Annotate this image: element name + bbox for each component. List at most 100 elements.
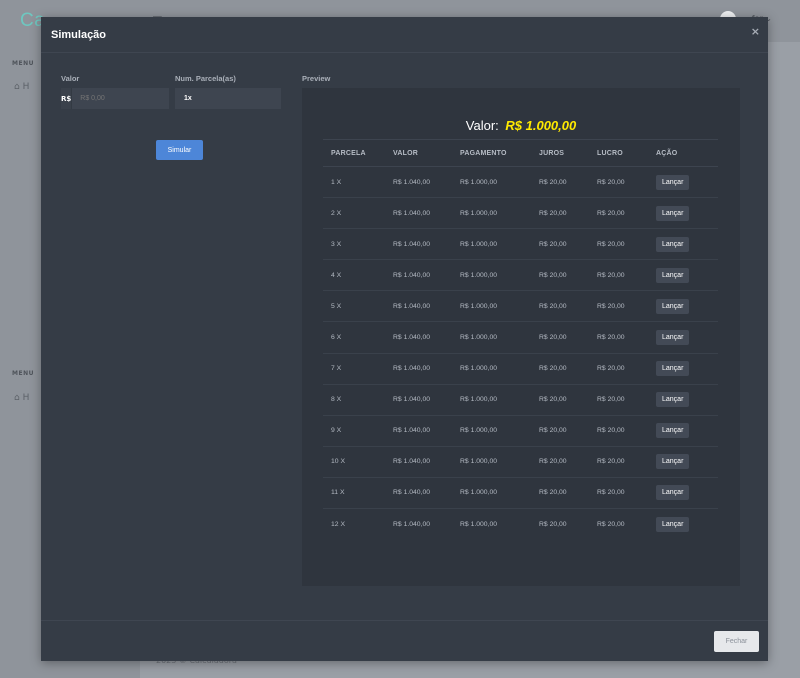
- valor-label: Valor: [61, 74, 80, 83]
- cell-valor: R$ 1.040,00: [385, 290, 452, 323]
- lancar-button[interactable]: Lançar: [656, 267, 690, 283]
- cell-juros: R$ 20,00: [531, 321, 589, 354]
- cell-parcela: 7 X: [323, 353, 385, 385]
- table-row: 11 X R$ 1.040,00 R$ 1.000,00 R$ 20,00 R$ 20,…: [323, 477, 718, 510]
- cell-valor: R$ 1.040,00: [385, 259, 452, 292]
- cell-acao: Lançar: [648, 290, 718, 323]
- table-row: 5 X R$ 1.040,00 R$ 1.000,00 R$ 20,00 R$ 20,0…: [323, 290, 718, 323]
- modal-title: Simulação: [51, 28, 107, 41]
- cell-pagamento: R$ 1.000,00: [452, 166, 531, 199]
- cell-valor: R$ 1.040,00: [385, 415, 452, 447]
- cell-pagamento: R$ 1.000,00: [452, 259, 531, 292]
- cell-parcela: 11 X: [323, 477, 385, 510]
- lancar-button[interactable]: Lançar: [656, 485, 690, 501]
- cell-parcela: 1 X: [323, 166, 385, 199]
- sidebar-menu-label: MENU: [12, 60, 34, 67]
- column-header-acao: AÇÃO: [648, 139, 718, 167]
- cell-acao: Lançar: [648, 477, 718, 510]
- close-icon[interactable]: ×: [751, 25, 760, 38]
- cell-parcela: 10 X: [323, 446, 385, 478]
- lancar-button[interactable]: Lançar: [656, 298, 690, 314]
- table-row: 12 X R$ 1.040,00 R$ 1.000,00 R$ 20,00 R$ 20,…: [323, 509, 718, 540]
- cell-acao: Lançar: [648, 384, 718, 416]
- lancar-button[interactable]: Lançar: [656, 516, 690, 532]
- cell-valor: R$ 1.040,00: [385, 197, 452, 230]
- cell-juros: R$ 20,00: [531, 197, 589, 230]
- cell-lucro: R$ 20,00: [589, 477, 648, 510]
- column-header-valor: VALOR: [385, 139, 452, 167]
- cell-pagamento: R$ 1.000,00: [452, 321, 531, 354]
- cell-juros: R$ 20,00: [531, 166, 589, 199]
- valor-input-group: R$: [61, 88, 172, 109]
- cell-parcela: 4 X: [323, 259, 385, 292]
- lancar-button[interactable]: Lançar: [656, 236, 690, 252]
- cell-parcela: 2 X: [323, 197, 385, 230]
- cell-lucro: R$ 20,00: [589, 197, 648, 230]
- cell-juros: R$ 20,00: [531, 290, 589, 323]
- cell-lucro: R$ 20,00: [589, 290, 648, 323]
- cell-acao: Lançar: [648, 415, 718, 447]
- cell-juros: R$ 20,00: [531, 477, 589, 510]
- cell-lucro: R$ 20,00: [589, 384, 648, 416]
- valor-input[interactable]: [72, 88, 172, 109]
- cell-juros: R$ 20,00: [531, 415, 589, 447]
- home-icon: ⌂: [14, 393, 20, 403]
- currency-prefix: R$: [61, 88, 73, 109]
- cell-pagamento: R$ 1.000,00: [452, 197, 531, 230]
- preview-heading-label: Valor:: [465, 118, 499, 133]
- fechar-button[interactable]: Fechar: [714, 631, 759, 652]
- lancar-button[interactable]: Lançar: [656, 454, 690, 470]
- preview-amount: R$ 1.000,00: [505, 118, 577, 133]
- lancar-button[interactable]: Lançar: [656, 174, 690, 190]
- preview-heading: Valor: R$ 1.000,00: [302, 118, 740, 133]
- cell-acao: Lançar: [648, 228, 718, 261]
- lancar-button[interactable]: Lançar: [656, 361, 690, 377]
- lancar-button[interactable]: Lançar: [656, 205, 690, 221]
- cell-valor: R$ 1.040,00: [385, 228, 452, 261]
- cell-valor: R$ 1.040,00: [385, 446, 452, 478]
- cell-acao: Lançar: [648, 259, 718, 292]
- cell-parcela: 6 X: [323, 321, 385, 354]
- table-row: 7 X R$ 1.040,00 R$ 1.000,00 R$ 20,00 R$ 20,0…: [323, 353, 718, 385]
- cell-valor: R$ 1.040,00: [385, 353, 452, 385]
- cell-juros: R$ 20,00: [539, 520, 567, 528]
- cell-pagamento: R$ 1.000,00: [460, 520, 498, 528]
- cell-valor: R$ 1.040,00: [385, 166, 452, 199]
- lancar-button[interactable]: Lançar: [656, 423, 690, 439]
- cell-pagamento: R$ 1.000,00: [452, 353, 531, 385]
- preview-label: Preview: [302, 74, 331, 83]
- cell-acao: Lançar: [648, 321, 718, 354]
- cell-valor: R$ 1.040,00: [385, 384, 452, 416]
- cell-lucro: R$ 20,00: [589, 321, 648, 354]
- table-row: 1 X R$ 1.040,00 R$ 1.000,00 R$ 20,00 R$ 20,0…: [323, 166, 718, 199]
- cell-lucro: R$ 20,00: [597, 520, 625, 528]
- table-row: 10 X R$ 1.040,00 R$ 1.000,00 R$ 20,00 R$ 20,…: [323, 446, 718, 478]
- sidebar-menu-label: MENU: [12, 370, 34, 377]
- cell-parcela: 3 X: [323, 228, 385, 261]
- simular-button[interactable]: Simular: [156, 140, 203, 160]
- cell-parcela: 9 X: [323, 415, 385, 447]
- lancar-button[interactable]: Lançar: [656, 330, 690, 346]
- table-row: 9 X R$ 1.040,00 R$ 1.000,00 R$ 20,00 R$ 20,0…: [323, 415, 718, 447]
- table-row: 6 X R$ 1.040,00 R$ 1.000,00 R$ 20,00 R$ 20,0…: [323, 321, 718, 354]
- cell-pagamento: R$ 1.000,00: [452, 415, 531, 447]
- lancar-button[interactable]: Lançar: [656, 392, 690, 408]
- cell-juros: R$ 20,00: [531, 353, 589, 385]
- cell-juros: R$ 20,00: [531, 259, 589, 292]
- cell-lucro: R$ 20,00: [589, 228, 648, 261]
- column-header-parcela: PARCELA: [323, 139, 385, 167]
- modal-footer: Fechar: [41, 620, 768, 661]
- cell-pagamento: R$ 1.000,00: [452, 384, 531, 416]
- parcelas-input[interactable]: [175, 88, 281, 109]
- table-row: 3 X R$ 1.040,00 R$ 1.000,00 R$ 20,00 R$ 20,0…: [323, 228, 718, 261]
- cell-juros: R$ 20,00: [531, 446, 589, 478]
- simulation-table: PARCELA VALOR PAGAMENTO JUROS LUCRO AÇÃO…: [323, 139, 718, 540]
- sidebar-item-label: H: [22, 82, 30, 92]
- parcelas-label: Num. Parcela(as): [175, 74, 236, 83]
- cell-acao: Lançar: [648, 197, 718, 230]
- column-header-juros: JUROS: [531, 139, 589, 167]
- table-row: 2 X R$ 1.040,00 R$ 1.000,00 R$ 20,00 R$ 20,0…: [323, 197, 718, 230]
- modal-header: Simulação ×: [41, 17, 768, 53]
- cell-valor: R$ 1.040,00: [385, 321, 452, 354]
- simulation-modal: Simulação × Valor Num. Parcela(as) R$ Si…: [41, 17, 768, 661]
